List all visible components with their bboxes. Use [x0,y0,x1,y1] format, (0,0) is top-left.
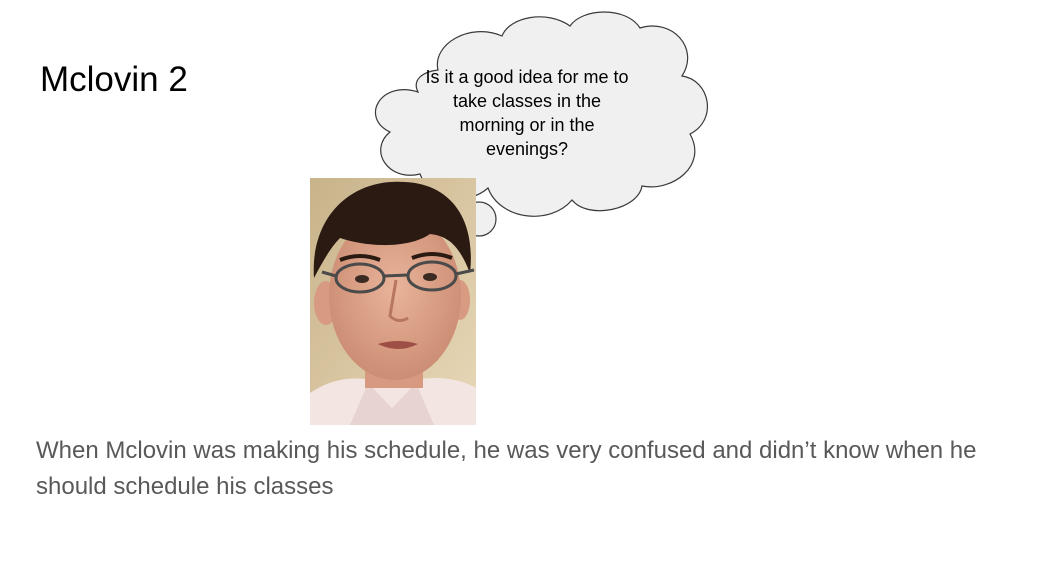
slide-title: Mclovin 2 [40,60,188,99]
person-photo [310,178,476,425]
person-photo-icon [310,178,476,425]
slide: Mclovin 2 Is it a good idea for me to ta… [0,0,1038,582]
slide-caption: When Mclovin was making his schedule, he… [36,437,977,500]
thought-bubble-text: Is it a good idea for me to take classes… [425,67,629,159]
